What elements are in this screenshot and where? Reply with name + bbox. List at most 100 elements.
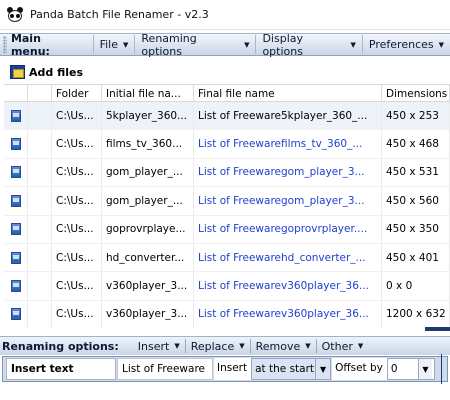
insert-text-field[interactable]: List of Freeware — [117, 358, 213, 380]
cell-final-name: List of Freeware5kplayer_360_... — [194, 102, 382, 130]
header-icon-column[interactable] — [4, 85, 28, 101]
caret-down-icon: ▼ — [174, 342, 180, 350]
table-row[interactable]: C:\Us... 5kplayer_360... List of Freewar… — [4, 102, 450, 131]
menu-renaming-options[interactable]: Renaming options ▼ — [134, 32, 255, 58]
add-files-button[interactable]: Add files — [29, 66, 83, 79]
main-menu-bar: Main menu: File ▼ Renaming options ▼ Displ… — [0, 31, 450, 58]
caret-down-icon: ▼ — [350, 40, 356, 49]
header-initial-name[interactable]: Initial file na... — [102, 85, 194, 101]
caret-down-icon: ▼ — [438, 40, 445, 49]
menu-remove[interactable]: Remove ▼ — [251, 337, 316, 356]
image-file-icon — [10, 223, 21, 236]
caret-down-icon: ▼ — [357, 342, 364, 350]
grid-header: Folder Initial file na... Final file nam… — [4, 85, 450, 102]
cell-final-name: List of Freewaregom_player_3... — [194, 158, 382, 187]
menu-preferences-label: Preferences — [368, 38, 434, 51]
cell-folder: C:\Us... — [52, 158, 102, 187]
insert-position-value: at the start — [255, 363, 315, 375]
cell-folder: C:\Us... — [52, 187, 102, 215]
menu-preferences[interactable]: Preferences ▼ — [361, 35, 450, 54]
add-folder-icon[interactable] — [10, 65, 25, 79]
renaming-options-bar: Renaming options: Insert ▼ Replace ▼ Remov… — [0, 336, 450, 355]
image-file-icon — [10, 194, 21, 207]
row-check-cell[interactable] — [28, 243, 52, 272]
cell-final-name: List of Freewarev360player_36... — [194, 300, 382, 328]
cell-initial-name: v360player_3... — [102, 272, 194, 300]
toolbar-grip[interactable] — [3, 36, 7, 53]
insert-options-row: Insert text List of Freeware Insert at t… — [2, 354, 448, 384]
window-title: Panda Batch File Renamer - v2.3 — [30, 8, 209, 21]
menu-display-options[interactable]: Display options ▼ — [255, 32, 361, 58]
cell-initial-name: v360player_3... — [102, 300, 194, 328]
cell-initial-name: films_tv_360... — [102, 130, 194, 158]
cell-folder: C:\Us... — [52, 130, 102, 158]
table-row[interactable]: C:\Us... hd_converter... List of Freewar… — [4, 243, 450, 273]
header-folder[interactable]: Folder — [52, 85, 102, 101]
menu-renaming-options-label: Renaming options — [141, 31, 197, 58]
cell-dimensions: 0 x 0 — [382, 272, 450, 300]
main-menu-caption: Main menu: — [10, 31, 50, 58]
insert-position-select[interactable]: at the start ▼ — [251, 358, 332, 380]
image-file-icon — [10, 109, 21, 122]
cell-dimensions: 1200 x 632 — [382, 300, 450, 328]
cell-dimensions: 450 x 531 — [382, 158, 450, 187]
chevron-down-icon[interactable]: ▼ — [315, 359, 330, 379]
menu-replace[interactable]: Replace ▼ — [186, 337, 250, 356]
row-check-cell[interactable] — [28, 300, 52, 328]
cell-dimensions: 450 x 560 — [382, 187, 450, 215]
cell-final-name: List of Freewaregoprovrplayer.... — [194, 215, 382, 243]
header-dimensions[interactable]: Dimensions — [382, 85, 450, 101]
table-row[interactable]: C:\Us... gom_player_... List of Freeware… — [4, 158, 450, 188]
row-check-cell[interactable] — [28, 130, 52, 158]
menu-other-label: Other — [321, 339, 353, 353]
cell-folder: C:\Us... — [52, 243, 102, 272]
image-file-icon — [10, 166, 21, 179]
menu-replace-label: Replace — [190, 339, 235, 353]
cell-folder: C:\Us... — [52, 300, 102, 328]
offset-select[interactable]: 0 ▼ — [386, 358, 435, 380]
image-file-icon — [10, 280, 21, 293]
row-check-cell[interactable] — [28, 215, 52, 243]
cell-initial-name: goprovrplaye... — [102, 215, 194, 243]
offset-label: Offset by — [332, 358, 387, 380]
menu-insert[interactable]: Insert ▼ — [133, 337, 185, 356]
panda-app-icon — [7, 6, 23, 23]
menu-file[interactable]: File ▼ — [92, 35, 135, 54]
menu-other[interactable]: Other ▼ — [317, 337, 369, 356]
cell-final-name: List of Freewarev360player_36... — [194, 272, 382, 300]
table-row[interactable]: C:\Us... gom_player_... List of Freeware… — [4, 187, 450, 216]
cell-initial-name: hd_converter... — [102, 243, 194, 272]
chevron-down-icon[interactable]: ▼ — [417, 359, 432, 379]
caret-down-icon: ▼ — [123, 40, 129, 49]
row-check-cell[interactable] — [28, 102, 52, 130]
cell-final-name: List of Freewaregom_player_3... — [194, 187, 382, 215]
menu-remove-label: Remove — [255, 339, 301, 353]
panel-resize-handle[interactable] — [425, 327, 450, 331]
table-row[interactable]: C:\Us... films_tv_360... List of Freewar… — [4, 130, 450, 159]
caret-down-icon: ▼ — [239, 342, 245, 350]
table-row[interactable]: C:\Us... v360player_3... List of Freewar… — [4, 300, 450, 328]
cell-final-name: List of Freewarefilms_tv_360_... — [194, 130, 382, 158]
menu-insert-label: Insert — [137, 339, 170, 353]
caret-down-icon: ▼ — [305, 342, 311, 350]
renaming-options-caption: Renaming options: — [2, 339, 119, 353]
header-check-column[interactable] — [28, 85, 52, 101]
file-grid: Folder Initial file na... Final file nam… — [4, 84, 450, 328]
cell-folder: C:\Us... — [52, 215, 102, 243]
table-row[interactable]: C:\Us... v360player_3... List of Freewar… — [4, 272, 450, 301]
insert-text-caption: Insert text — [6, 358, 116, 380]
image-file-icon — [10, 251, 21, 264]
offset-value: 0 — [390, 363, 398, 375]
splitter — [440, 354, 442, 384]
cell-final-name: List of Freewarehd_converter_... — [194, 243, 382, 272]
cell-folder: C:\Us... — [52, 272, 102, 300]
cell-initial-name: gom_player_... — [102, 187, 194, 215]
row-check-cell[interactable] — [28, 272, 52, 300]
row-check-cell[interactable] — [28, 187, 52, 215]
cell-dimensions: 450 x 401 — [382, 243, 450, 272]
header-final-name[interactable]: Final file name — [194, 85, 382, 101]
add-files-toolbar: Add files — [0, 60, 450, 84]
menu-file-label: File — [99, 38, 119, 51]
row-check-cell[interactable] — [28, 158, 52, 187]
table-row[interactable]: C:\Us... goprovrplaye... List of Freewar… — [4, 215, 450, 244]
